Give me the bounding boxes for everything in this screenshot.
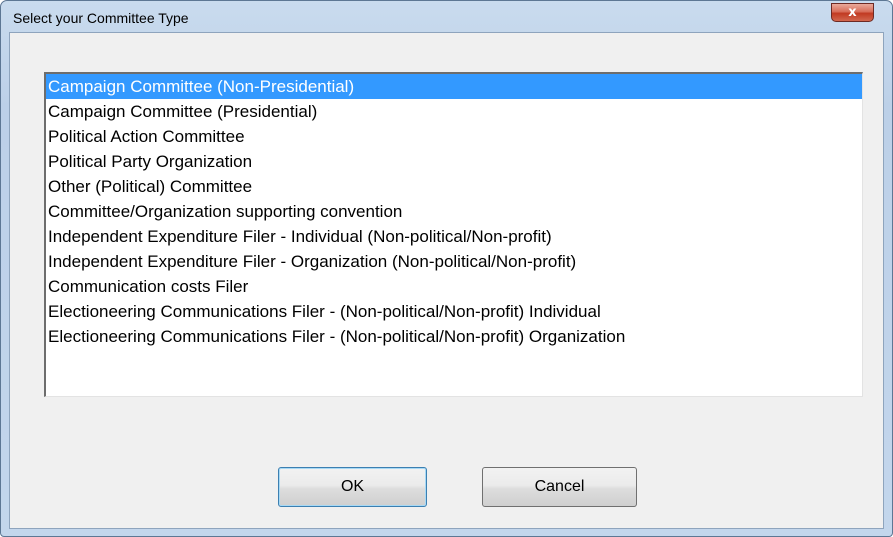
list-item[interactable]: Electioneering Communications Filer - (N…	[46, 324, 862, 349]
window-title: Select your Committee Type	[13, 10, 189, 26]
cancel-button[interactable]: Cancel	[482, 467, 637, 507]
close-icon: x	[848, 5, 857, 20]
list-item[interactable]: Electioneering Communications Filer - (N…	[46, 299, 862, 324]
dialog-body: Campaign Committee (Non-Presidential) Ca…	[9, 32, 884, 529]
list-item[interactable]: Independent Expenditure Filer - Organiza…	[46, 249, 862, 274]
list-item[interactable]: Other (Political) Committee	[46, 174, 862, 199]
list-item[interactable]: Campaign Committee (Presidential)	[46, 99, 862, 124]
committee-type-listbox[interactable]: Campaign Committee (Non-Presidential) Ca…	[44, 72, 863, 397]
list-item[interactable]: Campaign Committee (Non-Presidential)	[46, 74, 862, 99]
list-item[interactable]: Communication costs Filer	[46, 274, 862, 299]
ok-button[interactable]: OK	[278, 467, 427, 507]
list-item[interactable]: Political Action Committee	[46, 124, 862, 149]
list-item[interactable]: Political Party Organization	[46, 149, 862, 174]
list-item[interactable]: Committee/Organization supporting conven…	[46, 199, 862, 224]
close-button[interactable]: x	[831, 3, 874, 22]
title-bar[interactable]: Select your Committee Type x	[1, 1, 892, 33]
list-item[interactable]: Independent Expenditure Filer - Individu…	[46, 224, 862, 249]
dialog-window: Select your Committee Type x Campaign Co…	[0, 0, 893, 537]
